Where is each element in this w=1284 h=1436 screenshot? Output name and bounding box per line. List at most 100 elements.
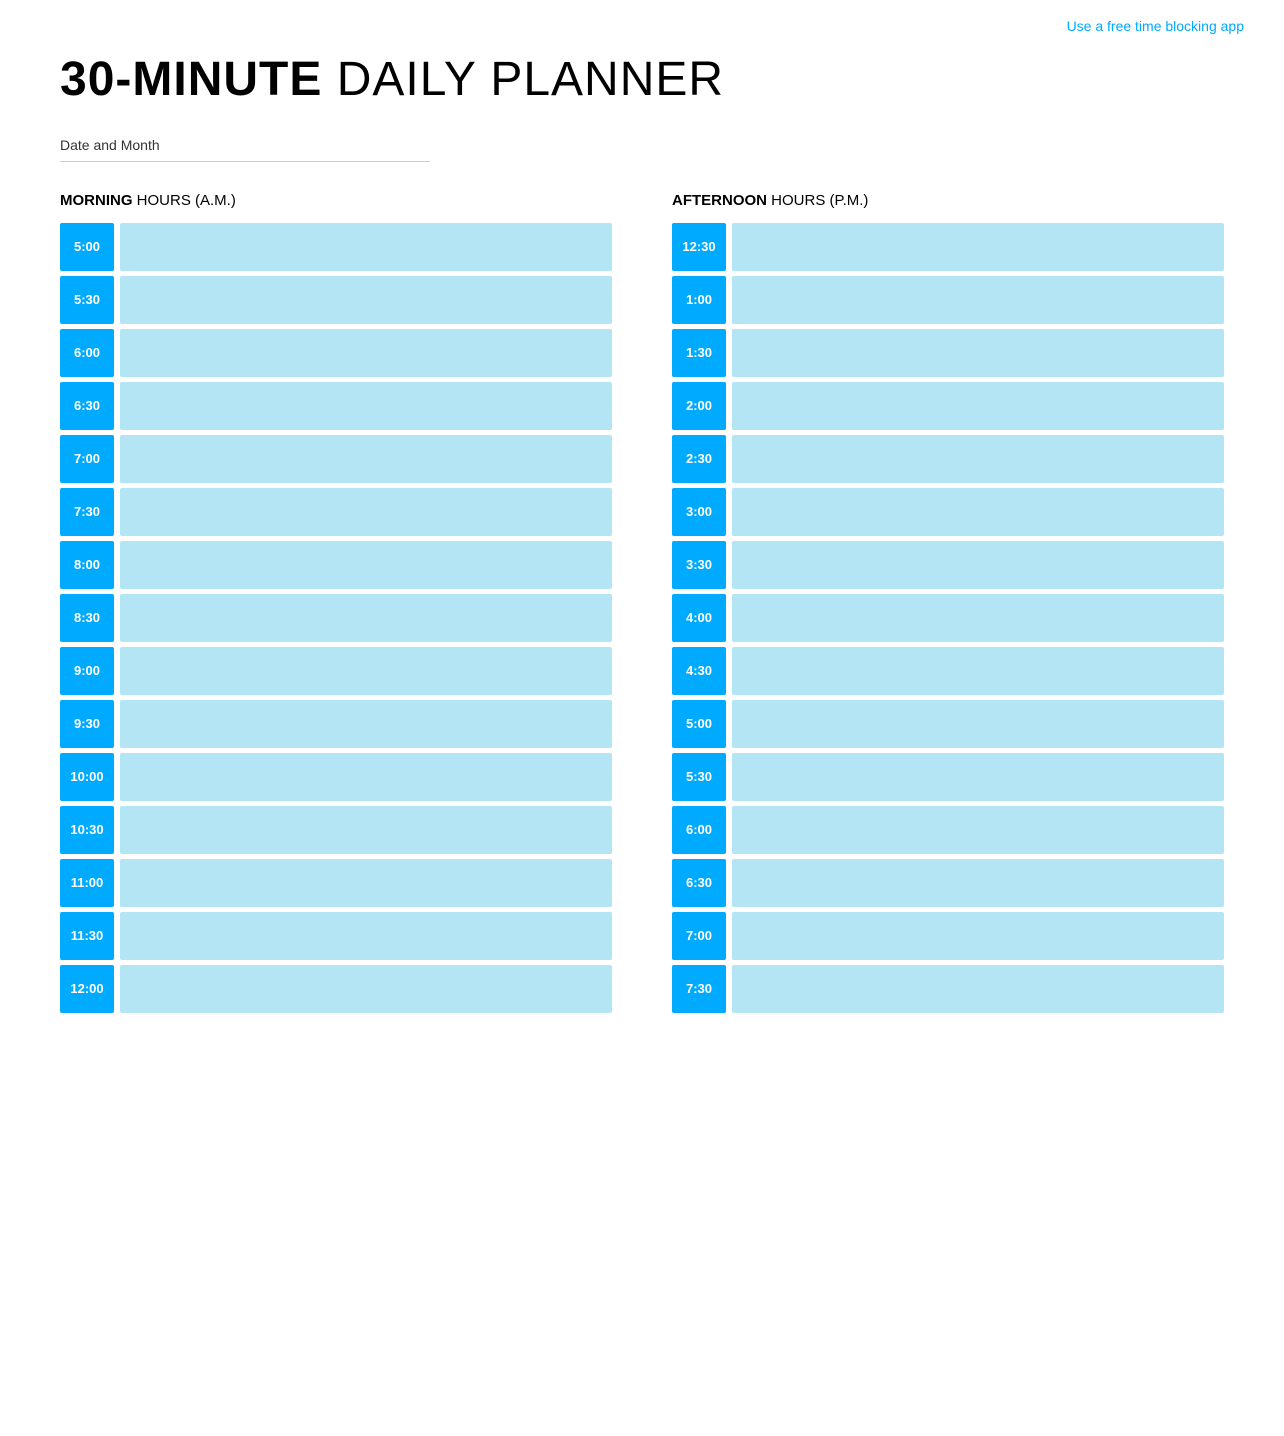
- time-input-block[interactable]: [732, 753, 1224, 801]
- afternoon-rows: 12:30 1:00 1:30 2:00 2:30 3:00 3:30 4:00 4:30 5:0…: [672, 223, 1224, 1013]
- time-badge: 5:00: [672, 700, 726, 748]
- morning-header-rest: HOURS (A.M.): [133, 192, 236, 209]
- time-blocking-app-link[interactable]: Use a free time blocking app: [1067, 18, 1244, 34]
- morning-header: MORNING HOURS (A.M.): [60, 192, 612, 209]
- table-row[interactable]: 2:30: [672, 435, 1224, 483]
- time-input-block[interactable]: [732, 965, 1224, 1013]
- afternoon-header-bold: AFTERNOON: [672, 192, 767, 209]
- time-badge: 7:30: [672, 965, 726, 1013]
- time-badge: 2:30: [672, 435, 726, 483]
- time-badge: 11:30: [60, 912, 114, 960]
- table-row[interactable]: 12:30: [672, 223, 1224, 271]
- time-input-block[interactable]: [732, 594, 1224, 642]
- time-input-block[interactable]: [732, 859, 1224, 907]
- time-badge: 5:30: [672, 753, 726, 801]
- time-input-block[interactable]: [732, 488, 1224, 536]
- time-badge: 12:00: [60, 965, 114, 1013]
- afternoon-header-rest: HOURS (P.M.): [767, 192, 868, 209]
- table-row[interactable]: 11:00: [60, 859, 612, 907]
- table-row[interactable]: 1:30: [672, 329, 1224, 377]
- table-row[interactable]: 6:00: [672, 806, 1224, 854]
- time-badge: 6:30: [60, 382, 114, 430]
- time-badge: 9:00: [60, 647, 114, 695]
- time-badge: 10:30: [60, 806, 114, 854]
- table-row[interactable]: 11:30: [60, 912, 612, 960]
- time-badge: 4:30: [672, 647, 726, 695]
- table-row[interactable]: 7:30: [60, 488, 612, 536]
- table-row[interactable]: 6:00: [60, 329, 612, 377]
- time-input-block[interactable]: [120, 965, 612, 1013]
- table-row[interactable]: 2:00: [672, 382, 1224, 430]
- morning-column: MORNING HOURS (A.M.) 5:00 5:30 6:00 6:30 7:0…: [60, 192, 612, 1018]
- time-input-block[interactable]: [120, 382, 612, 430]
- title-bold: 30-MINUTE: [60, 53, 322, 106]
- time-input-block[interactable]: [120, 435, 612, 483]
- table-row[interactable]: 5:00: [60, 223, 612, 271]
- time-badge: 4:00: [672, 594, 726, 642]
- time-input-block[interactable]: [120, 753, 612, 801]
- table-row[interactable]: 7:00: [60, 435, 612, 483]
- time-input-block[interactable]: [732, 700, 1224, 748]
- table-row[interactable]: 4:30: [672, 647, 1224, 695]
- time-input-block[interactable]: [120, 276, 612, 324]
- time-badge: 6:00: [672, 806, 726, 854]
- time-badge: 6:00: [60, 329, 114, 377]
- time-input-block[interactable]: [120, 488, 612, 536]
- time-input-block[interactable]: [120, 647, 612, 695]
- table-row[interactable]: 4:00: [672, 594, 1224, 642]
- time-badge: 5:00: [60, 223, 114, 271]
- table-row[interactable]: 10:30: [60, 806, 612, 854]
- table-row[interactable]: 1:00: [672, 276, 1224, 324]
- table-row[interactable]: 10:00: [60, 753, 612, 801]
- table-row[interactable]: 7:30: [672, 965, 1224, 1013]
- planner-body: MORNING HOURS (A.M.) 5:00 5:30 6:00 6:30 7:0…: [0, 162, 1284, 1058]
- time-input-block[interactable]: [732, 647, 1224, 695]
- table-row[interactable]: 6:30: [60, 382, 612, 430]
- time-input-block[interactable]: [732, 541, 1224, 589]
- time-input-block[interactable]: [732, 382, 1224, 430]
- time-input-block[interactable]: [732, 806, 1224, 854]
- date-label: Date and Month: [60, 137, 1224, 153]
- table-row[interactable]: 8:30: [60, 594, 612, 642]
- table-row[interactable]: 8:00: [60, 541, 612, 589]
- table-row[interactable]: 6:30: [672, 859, 1224, 907]
- time-badge: 1:00: [672, 276, 726, 324]
- time-input-block[interactable]: [732, 223, 1224, 271]
- table-row[interactable]: 5:00: [672, 700, 1224, 748]
- time-badge: 12:30: [672, 223, 726, 271]
- time-input-block[interactable]: [120, 806, 612, 854]
- time-input-block[interactable]: [732, 329, 1224, 377]
- afternoon-header: AFTERNOON HOURS (P.M.): [672, 192, 1224, 209]
- table-row[interactable]: 9:00: [60, 647, 612, 695]
- time-badge: 7:30: [60, 488, 114, 536]
- page-title: 30-MINUTE DAILY PLANNER: [60, 54, 1224, 107]
- time-input-block[interactable]: [120, 329, 612, 377]
- time-input-block[interactable]: [120, 912, 612, 960]
- morning-header-bold: MORNING: [60, 192, 133, 209]
- time-badge: 8:30: [60, 594, 114, 642]
- table-row[interactable]: 7:00: [672, 912, 1224, 960]
- time-badge: 11:00: [60, 859, 114, 907]
- table-row[interactable]: 5:30: [672, 753, 1224, 801]
- table-row[interactable]: 9:30: [60, 700, 612, 748]
- time-badge: 7:00: [60, 435, 114, 483]
- table-row[interactable]: 5:30: [60, 276, 612, 324]
- time-input-block[interactable]: [732, 276, 1224, 324]
- time-badge: 5:30: [60, 276, 114, 324]
- time-badge: 3:30: [672, 541, 726, 589]
- table-row[interactable]: 12:00: [60, 965, 612, 1013]
- time-input-block[interactable]: [120, 594, 612, 642]
- time-badge: 8:00: [60, 541, 114, 589]
- time-badge: 1:30: [672, 329, 726, 377]
- time-badge: 2:00: [672, 382, 726, 430]
- time-input-block[interactable]: [120, 859, 612, 907]
- table-row[interactable]: 3:30: [672, 541, 1224, 589]
- time-input-block[interactable]: [120, 700, 612, 748]
- time-badge: 3:00: [672, 488, 726, 536]
- table-row[interactable]: 3:00: [672, 488, 1224, 536]
- time-badge: 9:30: [60, 700, 114, 748]
- time-input-block[interactable]: [120, 223, 612, 271]
- time-input-block[interactable]: [732, 435, 1224, 483]
- time-input-block[interactable]: [120, 541, 612, 589]
- time-input-block[interactable]: [732, 912, 1224, 960]
